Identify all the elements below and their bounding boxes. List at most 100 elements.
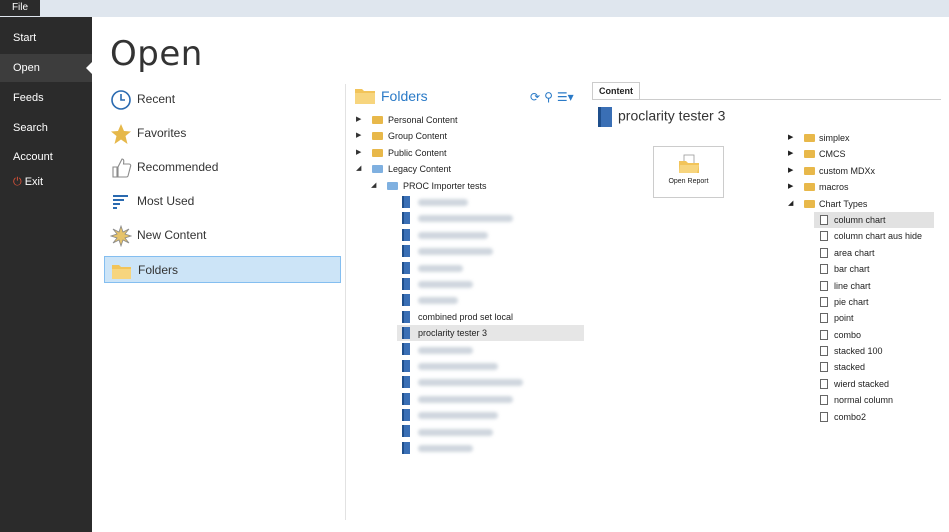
report-page-row[interactable]: area chart	[788, 245, 938, 261]
report-book-icon	[402, 245, 410, 258]
folder-tree-row[interactable]: ▶ Group Content	[355, 128, 590, 144]
folder-tree-label	[418, 374, 523, 390]
nav-account[interactable]: Account	[0, 143, 92, 171]
folder-tree-row[interactable]	[355, 210, 590, 226]
content-title-text: proclarity tester 3	[618, 107, 726, 124]
collapse-arrow-icon[interactable]: ◢	[371, 178, 376, 194]
nav-open[interactable]: Open	[0, 54, 92, 82]
nav-feeds[interactable]: Feeds	[0, 84, 92, 112]
folder-tree-row[interactable]: ▶ Public Content	[355, 145, 590, 161]
report-book-icon	[402, 261, 410, 274]
expand-arrow-icon[interactable]: ▶	[356, 128, 361, 144]
nav-search[interactable]: Search	[0, 114, 92, 142]
nav-exit[interactable]: ⏻ Exit	[0, 168, 92, 196]
report-book-icon	[402, 212, 410, 225]
folder-tree-row[interactable]	[355, 407, 590, 423]
folder-tree-row[interactable]	[355, 292, 590, 308]
open-report-button[interactable]: Open Report	[653, 146, 724, 198]
view-menu-icon[interactable]: ☰▾	[557, 90, 574, 104]
report-page-row[interactable]: wierd stacked	[788, 376, 938, 392]
expand-arrow-icon[interactable]: ▶	[788, 163, 793, 179]
content-folder-row[interactable]: ▶ CMCS	[788, 146, 938, 162]
folder-tree-row[interactable]	[355, 260, 590, 276]
folder-tree: ▶ Personal Content ▶ Group Content ▶ Public C…	[355, 112, 590, 456]
report-page-label: column chart	[834, 214, 886, 225]
location-label: New Content	[137, 228, 207, 242]
page-icon	[820, 280, 828, 291]
content-folder-row[interactable]: ▶ macros	[788, 179, 938, 195]
folder-icon	[804, 199, 815, 208]
report-page-tree: ▶ simplex ▶ CMCS ▶ custom MDXx ▶ macros ◢ Chart T…	[788, 130, 938, 425]
report-page-row[interactable]: bar chart	[788, 261, 938, 277]
location-label: Recommended	[137, 160, 219, 174]
location-new-content[interactable]: New Content	[104, 222, 341, 249]
location-folders[interactable]: Folders	[104, 256, 341, 283]
report-page-row[interactable]: line chart	[788, 278, 938, 294]
folder-tree-row[interactable]	[355, 423, 590, 439]
folder-tree-label: combined prod set local	[418, 311, 514, 322]
report-book-icon	[402, 359, 410, 372]
folder-tree-label	[418, 407, 498, 423]
expand-arrow-icon[interactable]: ▶	[356, 145, 361, 161]
report-page-row[interactable]: point	[788, 310, 938, 326]
nav-start[interactable]: Start	[0, 24, 92, 52]
report-page-row[interactable]: stacked 100	[788, 343, 938, 359]
file-tab[interactable]: File	[0, 0, 40, 16]
content-folder-row[interactable]: ◢ Chart Types	[788, 196, 938, 212]
folder-tree-row[interactable]: combined prod set local	[355, 309, 590, 325]
page-icon	[820, 247, 828, 258]
folder-tree-row[interactable]	[355, 440, 590, 456]
column-divider	[345, 84, 346, 520]
expand-arrow-icon[interactable]: ▶	[356, 112, 361, 128]
content-folder-row[interactable]: ▶ custom MDXx	[788, 163, 938, 179]
folder-tree-row[interactable]: ◢ PROC Importer tests	[355, 178, 590, 194]
folder-icon	[804, 166, 815, 175]
burst-icon	[110, 225, 132, 247]
tab-content[interactable]: Content	[592, 82, 640, 100]
page-icon	[820, 214, 828, 225]
collapse-arrow-icon[interactable]: ◢	[788, 196, 793, 212]
folders-toolbar: ⟳ ⚲ ☰▾	[530, 90, 578, 104]
folder-tree-row[interactable]	[355, 358, 590, 374]
folder-tree-row[interactable]	[355, 391, 590, 407]
expand-arrow-icon[interactable]: ▶	[788, 146, 793, 162]
refresh-icon[interactable]: ⟳	[530, 90, 540, 104]
folder-tree-row[interactable]: proclarity tester 3	[397, 325, 584, 342]
page-icon	[820, 264, 828, 275]
folder-tree-row[interactable]	[355, 374, 590, 390]
folder-tree-row[interactable]: ▶ Personal Content	[355, 112, 590, 128]
location-label: Most Used	[137, 194, 195, 208]
report-book-icon	[402, 425, 410, 438]
folder-tree-row[interactable]	[355, 243, 590, 259]
report-page-row[interactable]: column chart aus hide	[788, 228, 938, 244]
folder-tree-row[interactable]	[355, 194, 590, 210]
folder-tree-row[interactable]: ◢ Legacy Content	[355, 161, 590, 177]
folder-tree-row[interactable]	[355, 276, 590, 292]
location-favorites[interactable]: Favorites	[104, 120, 341, 147]
folder-tree-row[interactable]	[355, 227, 590, 243]
report-page-row[interactable]: stacked	[788, 359, 938, 375]
report-book-icon	[402, 409, 410, 422]
report-page-row[interactable]: normal column	[788, 392, 938, 408]
report-page-row[interactable]: combo	[788, 327, 938, 343]
expand-arrow-icon[interactable]: ▶	[788, 130, 793, 146]
location-most-used[interactable]: Most Used	[104, 188, 341, 215]
location-recent[interactable]: Recent	[104, 86, 341, 113]
location-recommended[interactable]: Recommended	[104, 154, 341, 181]
clock-icon	[111, 90, 131, 110]
collapse-arrow-icon[interactable]: ◢	[356, 161, 361, 177]
report-page-row[interactable]: combo2	[788, 409, 938, 425]
page-icon	[820, 378, 828, 389]
folder-tree-label: Legacy Content	[388, 164, 452, 175]
folder-tree-label	[418, 210, 513, 226]
content-title: proclarity tester 3	[598, 107, 725, 127]
folder-icon	[112, 265, 131, 279]
search-icon[interactable]: ⚲	[544, 90, 553, 104]
report-page-row[interactable]: pie chart	[788, 294, 938, 310]
expand-arrow-icon[interactable]: ▶	[788, 179, 793, 195]
folder-tree-row[interactable]	[355, 341, 590, 357]
report-book-icon	[402, 441, 410, 454]
content-folder-row[interactable]: ▶ simplex	[788, 130, 938, 146]
location-label: Recent	[137, 92, 176, 106]
report-page-row[interactable]: column chart	[814, 211, 934, 229]
